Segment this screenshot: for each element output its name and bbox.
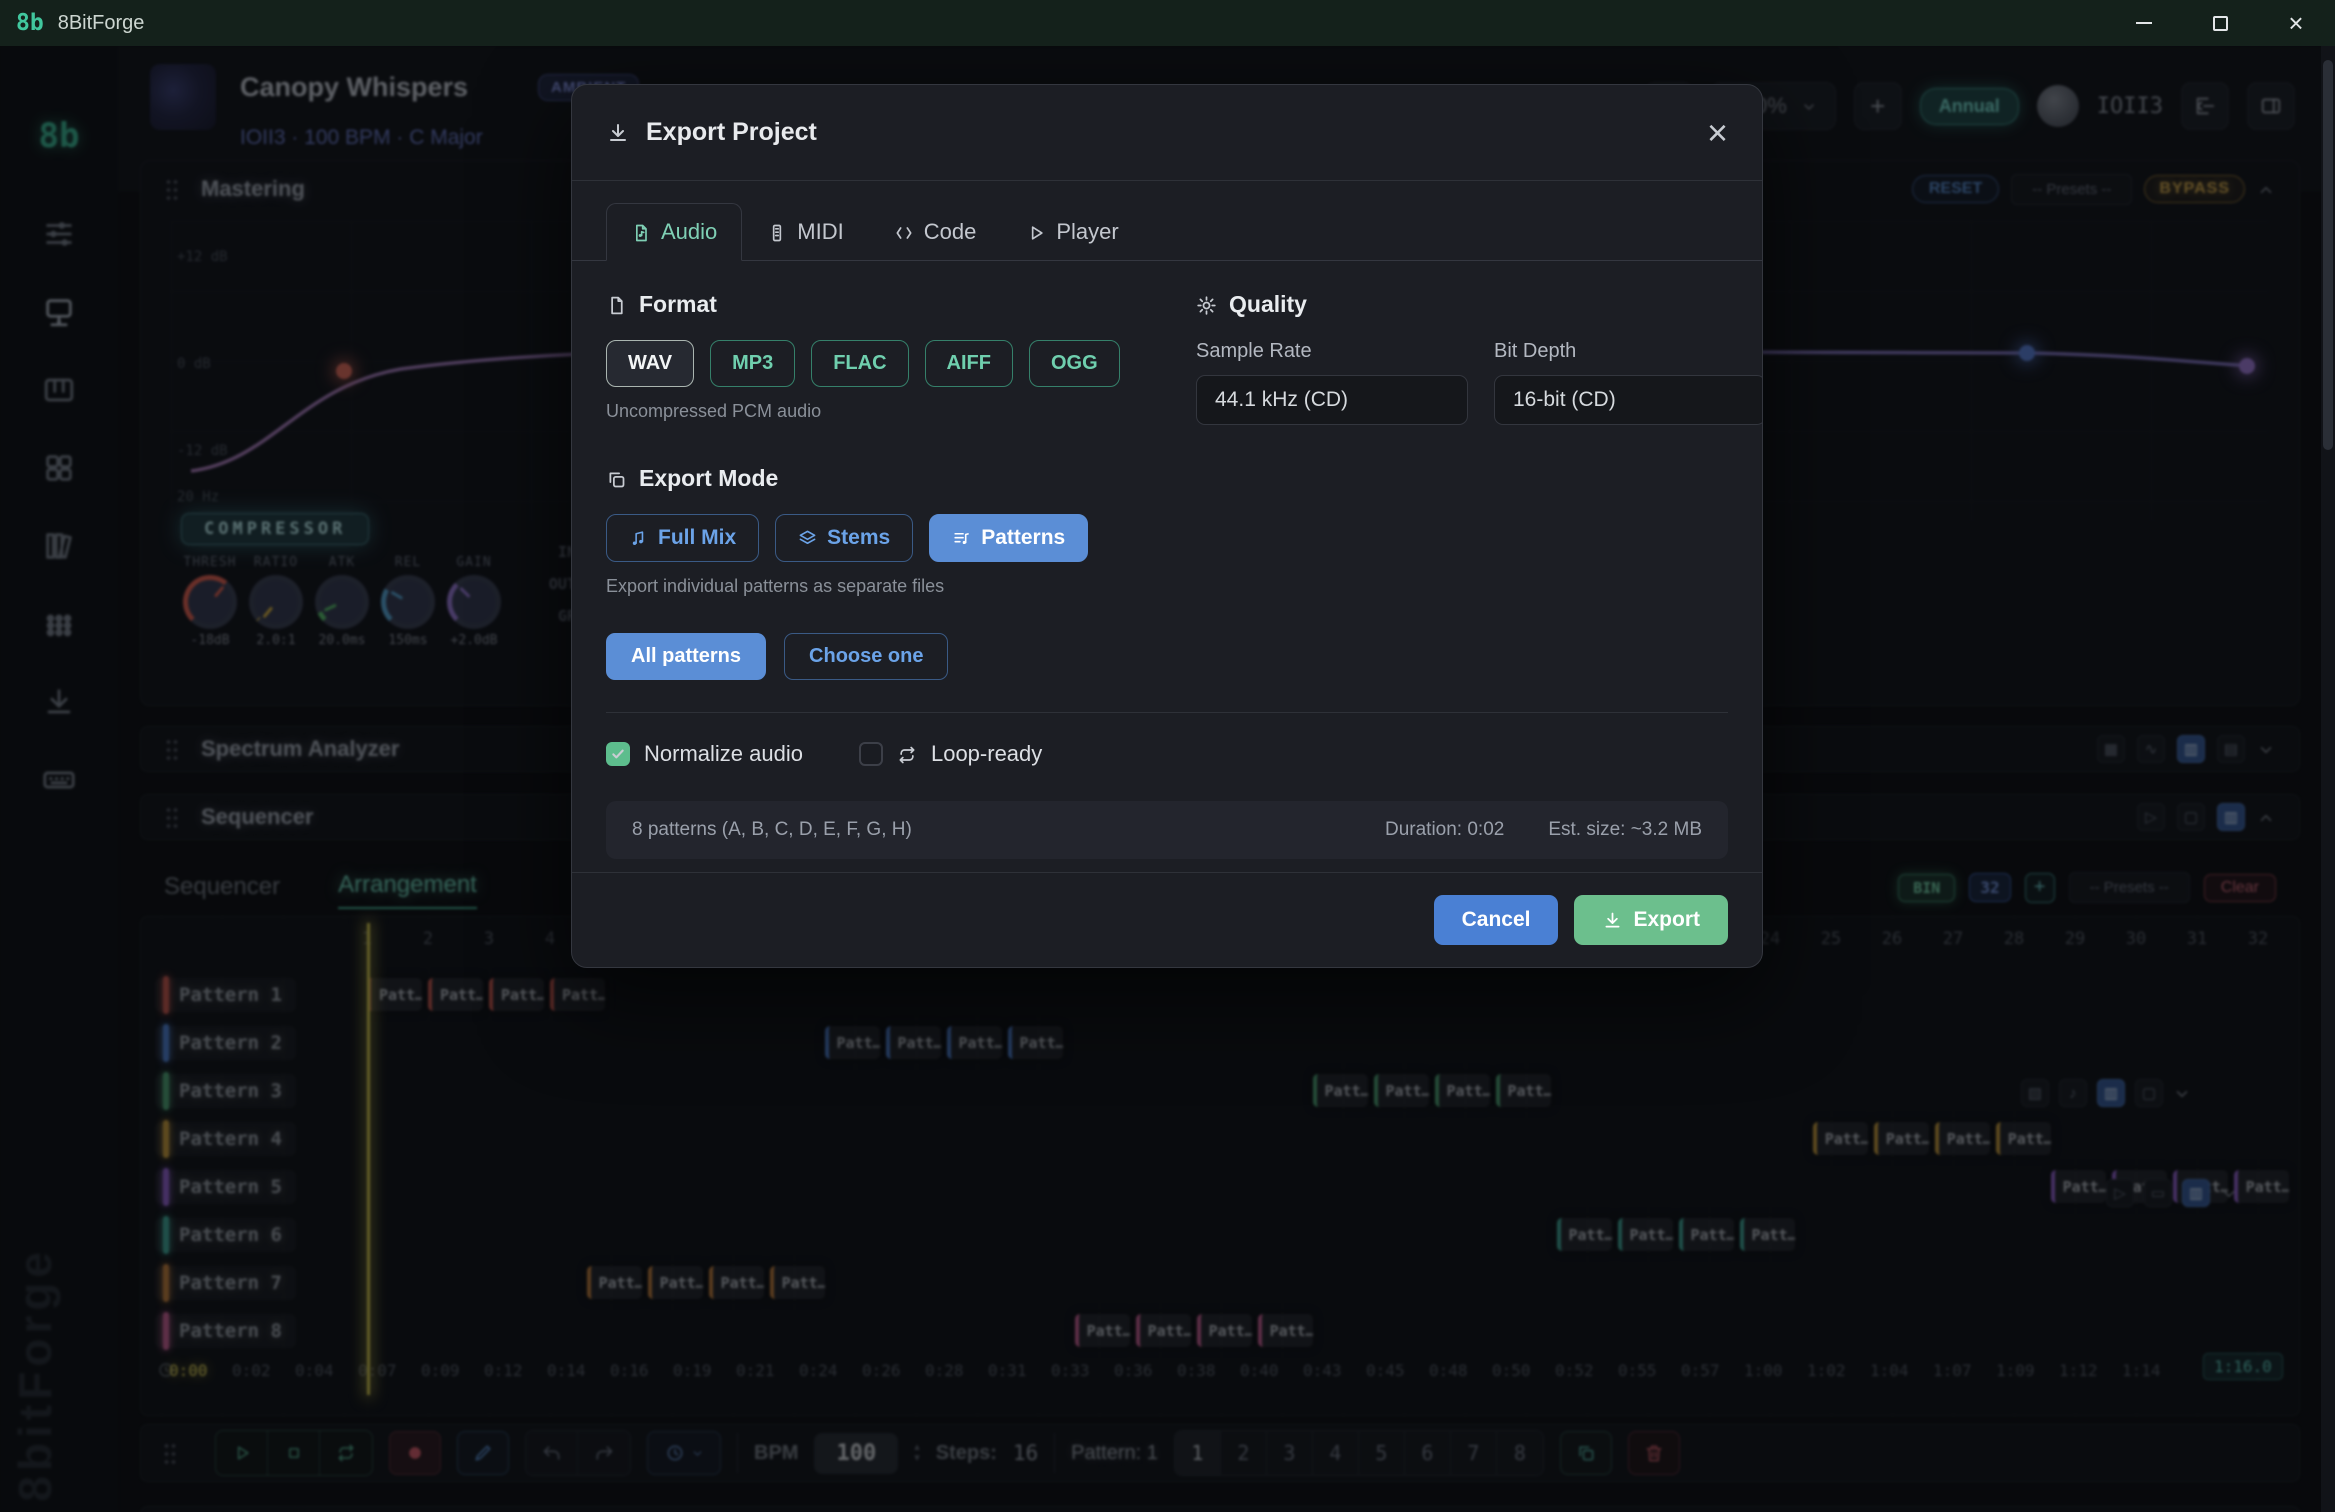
export-project-modal: Export Project × Audio MIDI Code Player (571, 84, 1763, 968)
bit-depth-select[interactable]: 16-bit (CD) (1494, 375, 1763, 425)
tab-audio[interactable]: Audio (606, 203, 742, 261)
format-option-ogg[interactable]: OGG (1029, 340, 1120, 387)
format-option-mp3[interactable]: MP3 (710, 340, 795, 387)
minimize-button[interactable] (2121, 6, 2167, 40)
mode-label: Full Mix (658, 526, 736, 550)
titlebar: 8b 8BitForge × (0, 0, 2335, 46)
export-mode-caption: Export individual patterns as separate f… (606, 576, 1728, 597)
checkbox-unchecked-icon[interactable] (859, 742, 883, 766)
quality-heading: Quality (1229, 291, 1307, 318)
tab-label: Audio (661, 219, 717, 245)
all-patterns-button[interactable]: All patterns (606, 633, 766, 680)
app-title: 8BitForge (58, 12, 145, 35)
export-button-label: Export (1633, 908, 1700, 932)
document-icon (606, 291, 627, 318)
layers-icon (798, 526, 817, 550)
app-logo: 8b (16, 10, 44, 36)
cancel-button[interactable]: Cancel (1434, 895, 1559, 945)
normalize-label: Normalize audio (644, 741, 803, 767)
checkbox-checked-icon[interactable] (606, 742, 630, 766)
export-summary-bar: 8 patterns (A, B, C, D, E, F, G, H) Dura… (606, 801, 1728, 859)
loop-icon (897, 741, 917, 767)
maximize-button[interactable] (2197, 6, 2243, 40)
modal-body: Format WAV MP3 FLAC AIFF OGG Uncompresse… (572, 261, 1762, 872)
tab-midi[interactable]: MIDI (742, 203, 868, 261)
tab-label: Code (924, 219, 977, 245)
audio-file-icon (631, 219, 651, 245)
close-icon[interactable]: × (1707, 115, 1728, 151)
loop-ready-label: Loop-ready (931, 741, 1042, 767)
mode-full-mix-button[interactable]: Full Mix (606, 514, 759, 562)
gear-icon (1196, 291, 1217, 318)
summary-patterns: 8 patterns (A, B, C, D, E, F, G, H) (632, 819, 912, 841)
app-window: 8b 8BitForge × 8b (0, 0, 2335, 1512)
mode-stems-button[interactable]: Stems (775, 514, 913, 562)
export-mode-heading: Export Mode (639, 465, 778, 492)
format-option-flac[interactable]: FLAC (811, 340, 908, 387)
modal-footer: Cancel Export (572, 872, 1762, 967)
play-icon (1026, 219, 1046, 245)
midi-icon (767, 219, 787, 245)
code-icon (894, 219, 914, 245)
pattern-scope-options: All patterns Choose one (606, 633, 1728, 680)
format-option-aiff[interactable]: AIFF (925, 340, 1013, 387)
download-icon (1602, 908, 1623, 932)
loop-ready-option[interactable]: Loop-ready (859, 741, 1042, 767)
mode-label: Stems (827, 526, 890, 550)
tab-label: Player (1056, 219, 1118, 245)
export-button[interactable]: Export (1574, 895, 1728, 945)
sample-rate-label: Sample Rate (1196, 340, 1468, 363)
choose-one-button[interactable]: Choose one (784, 633, 948, 680)
copy-icon (606, 465, 627, 492)
tab-code[interactable]: Code (869, 203, 1002, 261)
format-options: WAV MP3 FLAC AIFF OGG (606, 340, 1196, 387)
sample-rate-select[interactable]: 44.1 kHz (CD) (1196, 375, 1468, 425)
vertical-scrollbar[interactable] (2321, 46, 2335, 1512)
modal-title: Export Project (646, 118, 817, 147)
normalize-audio-option[interactable]: Normalize audio (606, 741, 803, 767)
modal-tabs: Audio MIDI Code Player (572, 203, 1762, 261)
format-caption: Uncompressed PCM audio (606, 401, 1196, 422)
mode-patterns-button[interactable]: Patterns (929, 514, 1088, 562)
format-option-wav[interactable]: WAV (606, 340, 694, 387)
tab-label: MIDI (797, 219, 843, 245)
mode-label: Patterns (981, 526, 1065, 550)
summary-size: Est. size: ~3.2 MB (1548, 819, 1702, 841)
summary-duration: Duration: 0:02 (1385, 819, 1504, 841)
export-mode-options: Full Mix Stems Patterns (606, 514, 1728, 562)
format-heading: Format (639, 291, 717, 318)
modal-header: Export Project × (572, 85, 1762, 181)
music-note-icon (629, 526, 648, 550)
bit-depth-label: Bit Depth (1494, 340, 1763, 363)
scrollbar-thumb[interactable] (2323, 60, 2333, 450)
tab-player[interactable]: Player (1001, 203, 1143, 261)
window-close-button[interactable]: × (2273, 6, 2319, 40)
pattern-list-icon (952, 526, 971, 550)
download-icon (606, 121, 630, 145)
